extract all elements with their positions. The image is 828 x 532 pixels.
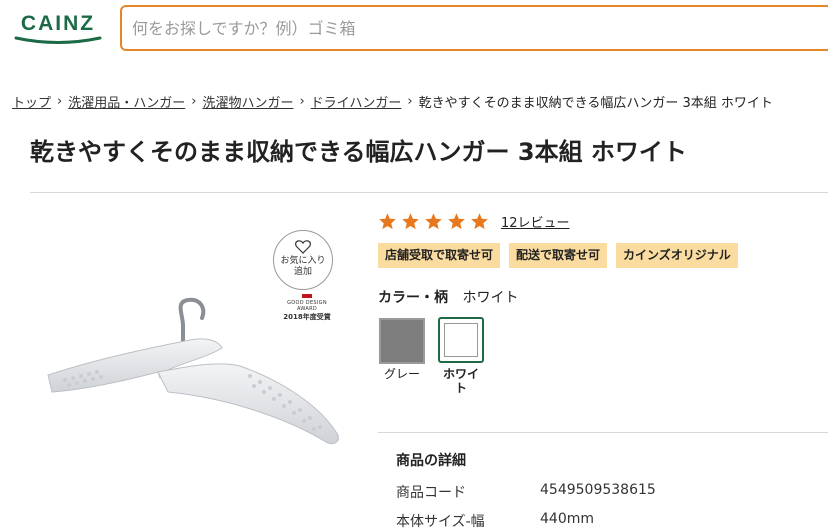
star-icon <box>425 213 442 230</box>
color-option-white-label[interactable]: ホワイ ト <box>440 367 482 395</box>
favorite-label-line2: 追加 <box>293 267 312 277</box>
award-year: 2018年度受賞 <box>283 313 331 321</box>
badge-original: カインズオリジナル <box>616 243 738 268</box>
title-divider <box>30 192 828 193</box>
good-design-award-badge: GOOD DESIGN AWARD 2018年度受賞 <box>280 294 334 322</box>
heart-icon <box>295 240 311 254</box>
logo-swoosh-icon <box>14 36 102 44</box>
color-swatch-gray[interactable] <box>379 318 425 364</box>
breadcrumb-current: 乾きやすくそのまま収納できる幅広ハンガー 3本組 ホワイト <box>418 96 773 111</box>
detail-label: 商品コード <box>396 485 466 501</box>
swatch-inner <box>444 323 478 357</box>
detail-row: 商品コード 4549509538615 <box>396 482 656 502</box>
reviews-link[interactable]: 12レビュー <box>501 212 570 231</box>
details-divider <box>378 432 828 433</box>
detail-label: 本体サイズ-幅 <box>396 514 485 530</box>
color-option-white-label-line2: ト <box>454 381 467 395</box>
chevron-right-icon: › <box>191 94 197 109</box>
logo-text: CAINZ <box>20 12 96 35</box>
star-icon <box>471 213 488 230</box>
search-input[interactable] <box>122 7 828 49</box>
breadcrumb: トップ › 洗濯用品・ハンガー › 洗濯物ハンガー › ドライハンガー › 乾き… <box>12 92 773 111</box>
chevron-right-icon: › <box>299 94 305 109</box>
star-icon <box>448 213 465 230</box>
rating-stars <box>378 212 493 231</box>
star-icon <box>402 213 419 230</box>
favorite-label: お気に入り 追加 <box>274 256 332 278</box>
breadcrumb-link-laundry-hanger[interactable]: 洗濯物ハンガー <box>202 92 293 111</box>
detail-value: 440mm <box>540 511 594 527</box>
color-option-white-label-line1: ホワイ <box>442 367 479 381</box>
cainz-logo[interactable]: CAINZ <box>12 12 104 46</box>
rating: 12レビュー <box>378 212 570 231</box>
details-heading: 商品の詳細 <box>396 453 466 469</box>
color-selected-value: ホワイト <box>462 290 519 306</box>
color-option-gray-label[interactable]: グレー <box>372 367 432 381</box>
breadcrumb-link-dry-hanger[interactable]: ドライハンガー <box>311 92 402 111</box>
favorite-label-line1: お気に入り <box>280 256 326 266</box>
star-icon <box>379 213 396 230</box>
color-label: カラー・柄 <box>378 290 448 306</box>
award-title: GOOD DESIGN AWARD <box>287 300 327 312</box>
chevron-right-icon: › <box>407 94 413 109</box>
award-mark <box>302 294 312 298</box>
breadcrumb-link-top[interactable]: トップ <box>12 92 51 111</box>
detail-row: 本体サイズ-幅 440mm <box>396 511 594 531</box>
color-selector-label: カラー・柄 ホワイト <box>378 287 518 307</box>
chevron-right-icon: › <box>57 94 63 109</box>
color-swatch-white[interactable] <box>438 317 484 363</box>
badge-store-pickup: 店舗受取で取寄せ可 <box>378 243 501 268</box>
search-box[interactable] <box>120 5 828 51</box>
product-badges: 店舗受取で取寄せ可 配送で取寄せ可 カインズオリジナル <box>378 243 747 268</box>
product-title: 乾きやすくそのまま収納できる幅広ハンガー 3本組 ホワイト <box>30 138 687 166</box>
detail-value: 4549509538615 <box>540 482 656 498</box>
breadcrumb-link-laundry[interactable]: 洗濯用品・ハンガー <box>68 92 185 111</box>
favorite-button[interactable]: お気に入り 追加 <box>273 230 333 290</box>
badge-delivery: 配送で取寄せ可 <box>509 243 608 268</box>
